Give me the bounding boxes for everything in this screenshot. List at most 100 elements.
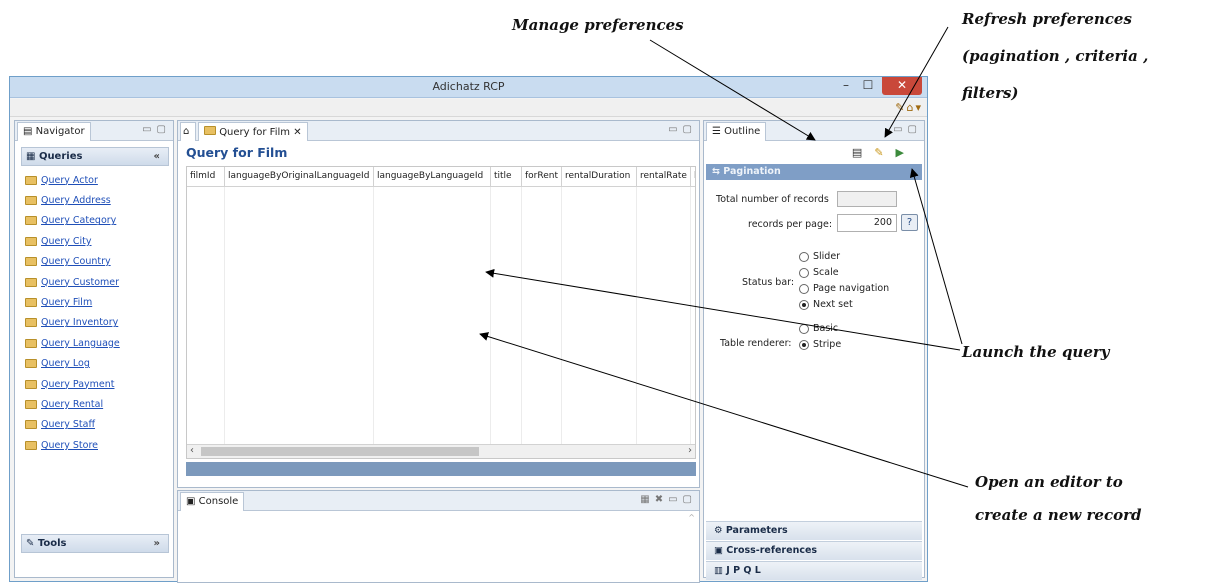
tools-section-label: Tools xyxy=(37,538,67,549)
gear-icon: ⚙ xyxy=(714,525,726,536)
home-tab-icon[interactable]: ⌂ xyxy=(180,122,196,141)
results-table[interactable]: filmId languageByOriginalLanguageId langua… xyxy=(186,166,696,459)
tab-console-label: Console xyxy=(198,496,239,507)
status-bar-radio[interactable]: Page navigation xyxy=(799,283,889,294)
jpql-section[interactable]: ▥ J P Q L xyxy=(706,561,922,580)
query-link[interactable]: Query Address xyxy=(41,195,111,206)
column-header[interactable]: rentalRate xyxy=(637,167,691,187)
minimize-button[interactable]: – xyxy=(835,77,857,95)
console-toolbar-icons[interactable]: ▦✖▭▢ xyxy=(640,494,697,505)
cross-references-section[interactable]: ▣ Cross-references xyxy=(706,541,922,560)
folder-icon xyxy=(25,399,37,409)
tools-icon: ✎ xyxy=(26,538,38,549)
panel-minmax-icons[interactable]: ▭▢ xyxy=(142,124,171,135)
status-bar-radio[interactable]: Slider xyxy=(799,251,840,262)
perspective-icons[interactable]: ✎⌂▾ xyxy=(895,101,923,114)
console-icon: ▣ xyxy=(186,496,199,507)
query-link[interactable]: Query Customer xyxy=(41,277,119,288)
parameters-label: Parameters xyxy=(725,525,788,536)
query-link[interactable]: Query City xyxy=(41,236,92,247)
radio-icon xyxy=(799,323,809,334)
parameters-section[interactable]: ⚙ Parameters xyxy=(706,521,922,540)
query-list-item[interactable]: Query Rental xyxy=(21,394,169,414)
launch-query-icon[interactable]: ▶ xyxy=(896,146,916,159)
title-bar: Adichatz RCP – ☐ ✕ xyxy=(10,77,927,98)
query-list-item[interactable]: Query Payment xyxy=(21,374,169,394)
column-header[interactable]: forRent xyxy=(522,167,562,187)
query-list-item[interactable]: Query Customer xyxy=(21,272,169,292)
scroll-right-icon[interactable]: › xyxy=(688,445,692,456)
column-header[interactable]: languageByLanguageId xyxy=(374,167,491,187)
tab-query-for-film[interactable]: Query for Film ✕ xyxy=(198,122,308,141)
refresh-preferences-icon[interactable]: ✎ xyxy=(874,146,895,159)
query-list-item[interactable]: Query Film xyxy=(21,292,169,312)
tab-navigator[interactable]: ▤ Navigator xyxy=(17,122,91,141)
status-bar-label: Status bar: xyxy=(742,277,795,288)
scroll-left-icon[interactable]: ‹ xyxy=(190,445,194,456)
editor-minmax-icons[interactable]: ▭▢ xyxy=(668,124,697,135)
console-tabbar: ▣ Console ▦✖▭▢ xyxy=(178,491,699,511)
query-link[interactable]: Query Log xyxy=(41,358,90,369)
status-bar-radio[interactable]: Next set xyxy=(799,299,853,310)
scroll-up-icon[interactable]: ^ xyxy=(688,513,695,522)
folder-icon xyxy=(25,236,37,246)
collapse-icon[interactable]: « xyxy=(154,151,160,162)
close-tab-icon[interactable]: ✕ xyxy=(293,127,301,138)
outline-panel: ☰ Outline ▭▢ ▤✎▶ ⇆ Pagination Total numb… xyxy=(703,120,925,580)
query-link[interactable]: Query Actor xyxy=(41,175,98,186)
query-list-item[interactable]: Query Inventory xyxy=(21,313,169,333)
horizontal-scrollbar[interactable]: ‹ › xyxy=(187,444,695,458)
query-list-item[interactable]: Query City xyxy=(21,231,169,251)
folder-icon xyxy=(25,379,37,389)
column-header[interactable]: title xyxy=(491,167,522,187)
navigator-tabbar: ▤ Navigator ▭▢ xyxy=(15,121,173,141)
expand-icon[interactable]: » xyxy=(154,538,160,549)
query-link[interactable]: Query Country xyxy=(41,256,111,267)
query-link[interactable]: Query Payment xyxy=(41,379,114,390)
folder-icon xyxy=(25,440,37,450)
pagination-header[interactable]: ⇆ Pagination xyxy=(706,164,922,180)
status-bar-radio-label: Slider xyxy=(813,251,841,262)
manage-preferences-icon[interactable]: ▤ xyxy=(852,146,874,159)
query-link[interactable]: Query Rental xyxy=(41,399,103,410)
table-renderer-radio[interactable]: Basic xyxy=(799,323,838,334)
query-list-item[interactable]: Query Log xyxy=(21,354,169,374)
column-header[interactable]: le xyxy=(691,167,695,187)
query-list-item[interactable]: Query Address xyxy=(21,190,169,210)
query-list: Query Actor Query Address Query Category Qu… xyxy=(21,170,169,455)
radio-icon xyxy=(799,339,809,350)
close-button[interactable]: ✕ xyxy=(882,77,922,95)
queries-section-header[interactable]: ▦ Queries « xyxy=(21,147,169,166)
column-header[interactable]: rentalDuration xyxy=(562,167,637,187)
scroll-thumb[interactable] xyxy=(201,447,479,456)
query-list-item[interactable]: Query Category xyxy=(21,211,169,231)
table-column xyxy=(691,187,695,444)
outline-minmax-icons[interactable]: ▭▢ xyxy=(893,124,922,135)
tab-outline[interactable]: ☰ Outline xyxy=(706,122,767,141)
query-list-item[interactable]: Query Language xyxy=(21,333,169,353)
query-link[interactable]: Query Staff xyxy=(41,419,95,430)
query-link[interactable]: Query Category xyxy=(41,215,116,226)
folder-icon xyxy=(25,318,37,328)
query-list-item[interactable]: Query Actor xyxy=(21,170,169,190)
query-link[interactable]: Query Language xyxy=(41,338,120,349)
tab-console[interactable]: ▣ Console xyxy=(180,492,245,511)
maximize-button[interactable]: ☐ xyxy=(857,77,879,95)
table-renderer-radio-label: Stripe xyxy=(813,339,842,350)
column-header[interactable]: filmId xyxy=(187,167,225,187)
column-header[interactable]: languageByOriginalLanguageId xyxy=(225,167,374,187)
records-per-page-input[interactable]: 200 xyxy=(837,214,897,232)
jpql-icon: ▥ xyxy=(714,565,727,576)
help-button[interactable]: ? xyxy=(901,214,918,231)
table-renderer-radio[interactable]: Stripe xyxy=(799,339,841,350)
query-list-item[interactable]: Query Staff xyxy=(21,415,169,435)
query-list-item[interactable]: Query Store xyxy=(21,435,169,455)
query-link[interactable]: Query Inventory xyxy=(41,317,118,328)
query-list-item[interactable]: Query Country xyxy=(21,252,169,272)
table-renderer-radio-label: Basic xyxy=(813,323,839,334)
query-link[interactable]: Query Store xyxy=(41,440,98,451)
console-panel: ▣ Console ▦✖▭▢ ^ xyxy=(177,490,700,583)
tools-section-header[interactable]: ✎ Tools » xyxy=(21,534,169,553)
query-link[interactable]: Query Film xyxy=(41,297,92,308)
status-bar-radio[interactable]: Scale xyxy=(799,267,839,278)
